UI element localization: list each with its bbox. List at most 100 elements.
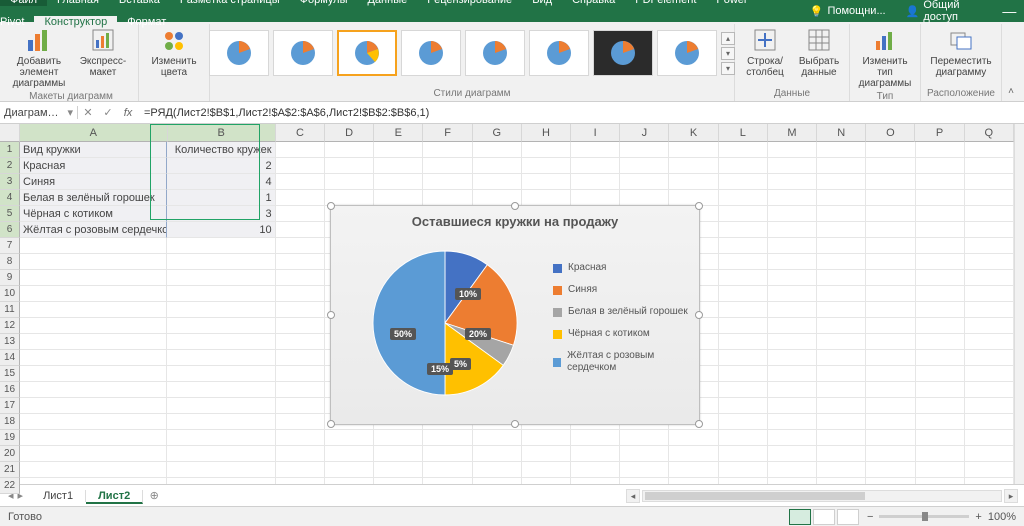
cell[interactable] [20, 382, 167, 398]
cell[interactable] [20, 270, 167, 286]
cell[interactable] [916, 158, 965, 174]
cell[interactable] [669, 174, 718, 190]
cell[interactable] [325, 462, 374, 478]
cell[interactable] [423, 190, 472, 206]
cell[interactable] [423, 430, 472, 446]
cell[interactable] [817, 238, 866, 254]
move-chart-button[interactable]: Переместить диаграмму [932, 26, 990, 78]
embedded-chart[interactable]: Оставшиеся кружки на продажу 10%20%5%15%… [330, 205, 700, 425]
column-header[interactable]: C [276, 124, 325, 142]
horizontal-scrollbar[interactable] [642, 490, 1002, 502]
column-header[interactable]: Q [965, 124, 1014, 142]
column-header[interactable]: F [423, 124, 472, 142]
tell-me[interactable]: 💡 Помощни... [800, 5, 896, 18]
cell[interactable] [276, 398, 325, 414]
cell[interactable] [817, 350, 866, 366]
cell[interactable] [167, 238, 275, 254]
cell[interactable] [916, 238, 965, 254]
cell[interactable] [473, 430, 522, 446]
cell[interactable] [866, 142, 915, 158]
cell[interactable] [276, 334, 325, 350]
row-header[interactable]: 18 [0, 414, 20, 430]
cell[interactable] [719, 350, 768, 366]
cell[interactable] [965, 286, 1014, 302]
cell[interactable] [817, 222, 866, 238]
cell[interactable] [167, 366, 275, 382]
cell[interactable] [817, 462, 866, 478]
cell[interactable] [571, 478, 620, 484]
cell[interactable] [167, 446, 275, 462]
hscroll-left[interactable]: ◂ [626, 489, 640, 503]
cell[interactable] [276, 238, 325, 254]
cell[interactable] [916, 478, 965, 484]
menu-tab[interactable]: Вид [522, 0, 562, 6]
column-header[interactable]: E [374, 124, 423, 142]
cell[interactable] [374, 190, 423, 206]
cell[interactable] [620, 478, 669, 484]
style-thumb[interactable] [209, 30, 269, 76]
cell[interactable] [374, 446, 423, 462]
cell[interactable] [20, 462, 167, 478]
cell[interactable] [965, 366, 1014, 382]
cell[interactable] [276, 286, 325, 302]
cell[interactable] [768, 222, 817, 238]
cell[interactable] [866, 190, 915, 206]
cell[interactable] [571, 430, 620, 446]
column-header[interactable]: O [866, 124, 915, 142]
cell[interactable] [866, 366, 915, 382]
cell[interactable] [719, 190, 768, 206]
cell[interactable] [20, 350, 167, 366]
cell[interactable] [374, 462, 423, 478]
cell[interactable] [719, 430, 768, 446]
cell[interactable] [571, 174, 620, 190]
menu-tab[interactable]: PDFelement [625, 0, 706, 6]
cell[interactable] [965, 238, 1014, 254]
cell[interactable] [965, 334, 1014, 350]
cell[interactable] [719, 414, 768, 430]
column-header[interactable]: M [768, 124, 817, 142]
cell[interactable] [423, 462, 472, 478]
row-header[interactable]: 8 [0, 254, 20, 270]
cell[interactable]: 10 [167, 222, 275, 238]
cell[interactable] [276, 142, 325, 158]
row-header[interactable]: 3 [0, 174, 20, 190]
cell[interactable] [522, 462, 571, 478]
zoom-slider[interactable] [879, 515, 969, 518]
cell[interactable] [768, 270, 817, 286]
cell[interactable] [768, 318, 817, 334]
cell[interactable] [522, 142, 571, 158]
cell[interactable] [325, 430, 374, 446]
cell[interactable] [768, 446, 817, 462]
cancel-formula-button[interactable]: ✕ [78, 106, 98, 119]
cell[interactable]: Вид кружки [20, 142, 167, 158]
cell[interactable] [817, 430, 866, 446]
quick-layout-button[interactable]: Экспресс-макет [74, 26, 132, 89]
cell[interactable] [167, 286, 275, 302]
cell[interactable] [817, 382, 866, 398]
cell[interactable] [167, 462, 275, 478]
column-header[interactable]: D [325, 124, 374, 142]
cell[interactable] [669, 462, 718, 478]
share-button[interactable]: 👤 Общий доступ [896, 0, 995, 23]
cell[interactable] [817, 302, 866, 318]
cell[interactable] [423, 174, 472, 190]
style-thumb-selected[interactable] [337, 30, 397, 76]
cell[interactable] [965, 254, 1014, 270]
cell[interactable] [20, 286, 167, 302]
menu-tab[interactable]: Разметка страницы [170, 0, 290, 6]
worksheet-grid[interactable]: ABCDEFGHIJKLMNOPQ 1234567891011121314151… [0, 124, 1024, 484]
cell[interactable] [20, 398, 167, 414]
cell[interactable] [276, 446, 325, 462]
row-header[interactable]: 11 [0, 302, 20, 318]
cell[interactable]: Количество кружек [167, 142, 275, 158]
change-colors-button[interactable]: Изменить цвета [145, 26, 203, 78]
cell[interactable] [965, 174, 1014, 190]
cell[interactable] [866, 446, 915, 462]
cell[interactable] [571, 158, 620, 174]
cell[interactable] [620, 190, 669, 206]
sheet-tab[interactable]: Лист1 [31, 490, 86, 502]
cell[interactable] [768, 142, 817, 158]
cell[interactable] [276, 366, 325, 382]
column-headers[interactable]: ABCDEFGHIJKLMNOPQ [20, 124, 1014, 142]
cell[interactable]: 4 [167, 174, 275, 190]
